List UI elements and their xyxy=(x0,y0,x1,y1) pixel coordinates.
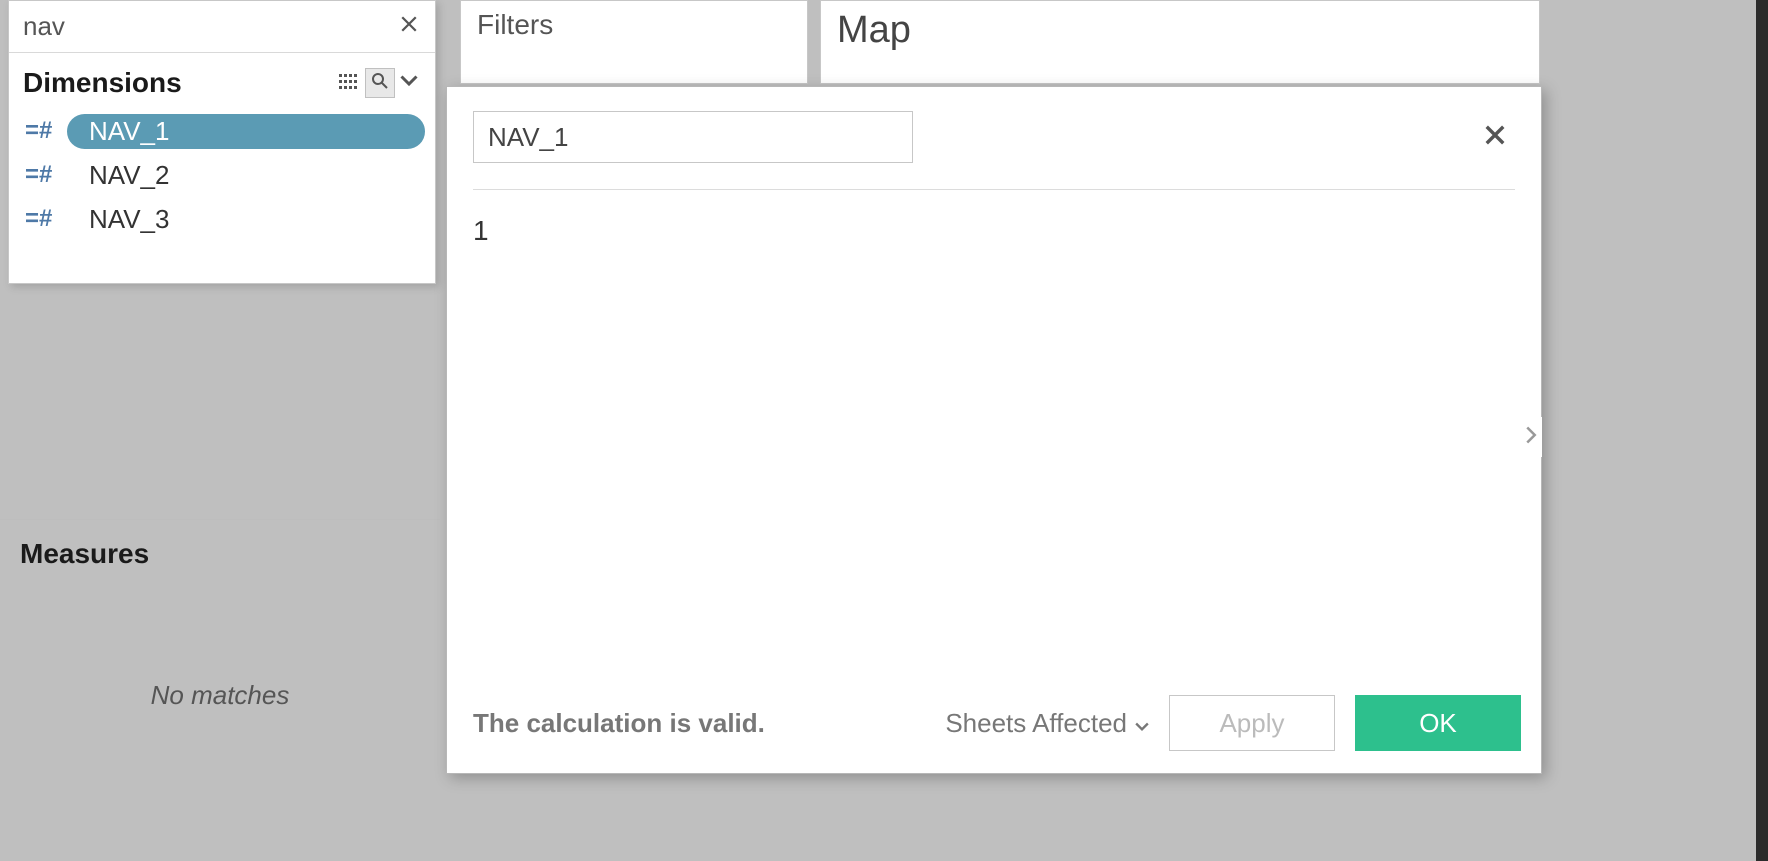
calculated-field-icon: =# xyxy=(25,117,67,145)
search-row xyxy=(9,1,435,53)
dimension-item-nav2[interactable]: =# NAV_2 xyxy=(9,153,435,197)
close-icon xyxy=(400,15,418,38)
apply-button[interactable]: Apply xyxy=(1169,695,1335,751)
chevron-down-icon xyxy=(400,72,418,95)
chevron-down-icon xyxy=(1135,708,1149,739)
dimension-item-nav1[interactable]: =# NAV_1 xyxy=(9,109,435,153)
calculation-status: The calculation is valid. xyxy=(473,708,765,739)
calculation-dialog: 1 The calculation is valid. Sheets Affec… xyxy=(446,86,1542,774)
dimensions-list: =# NAV_1 =# NAV_2 =# NAV_3 xyxy=(9,107,435,243)
measures-title: Measures xyxy=(20,538,440,570)
filters-shelf[interactable]: Filters xyxy=(460,0,808,84)
expand-functions-button[interactable] xyxy=(1520,417,1542,457)
calculated-field-icon: =# xyxy=(25,205,67,233)
dimension-label: NAV_3 xyxy=(89,204,169,234)
dimensions-title: Dimensions xyxy=(23,67,331,99)
close-icon xyxy=(1484,124,1506,151)
search-icon xyxy=(371,72,389,95)
clear-search-button[interactable] xyxy=(397,15,421,39)
measures-no-matches: No matches xyxy=(0,680,440,711)
calculation-formula-text: 1 xyxy=(473,215,489,246)
dimension-label: NAV_2 xyxy=(89,160,169,190)
map-shelf-label: Map xyxy=(837,9,911,52)
view-as-list-button[interactable] xyxy=(333,68,363,98)
search-input[interactable] xyxy=(23,11,397,42)
dimension-item-nav3[interactable]: =# NAV_3 xyxy=(9,197,435,241)
filters-shelf-label: Filters xyxy=(477,9,553,41)
ok-button[interactable]: OK xyxy=(1355,695,1521,751)
ok-button-label: OK xyxy=(1419,708,1457,739)
dimension-label: NAV_1 xyxy=(89,116,169,146)
close-dialog-button[interactable] xyxy=(1475,117,1515,157)
map-shelf[interactable]: Map xyxy=(820,0,1540,84)
find-field-button[interactable] xyxy=(365,68,395,98)
calculation-name-input[interactable] xyxy=(473,111,913,163)
window-edge xyxy=(1756,0,1768,861)
data-pane: Dimensions =# xyxy=(8,0,436,284)
dimensions-menu-button[interactable] xyxy=(397,68,421,98)
sheets-affected-dropdown[interactable]: Sheets Affected xyxy=(945,708,1149,739)
list-icon xyxy=(339,72,357,95)
calculation-formula-editor[interactable]: 1 xyxy=(447,190,1541,683)
calculated-field-icon: =# xyxy=(25,161,67,189)
apply-button-label: Apply xyxy=(1219,708,1284,739)
measures-header: Measures xyxy=(0,519,440,570)
sheets-affected-label: Sheets Affected xyxy=(945,708,1127,739)
dimensions-header: Dimensions xyxy=(9,53,435,107)
chevron-right-icon xyxy=(1524,425,1538,450)
